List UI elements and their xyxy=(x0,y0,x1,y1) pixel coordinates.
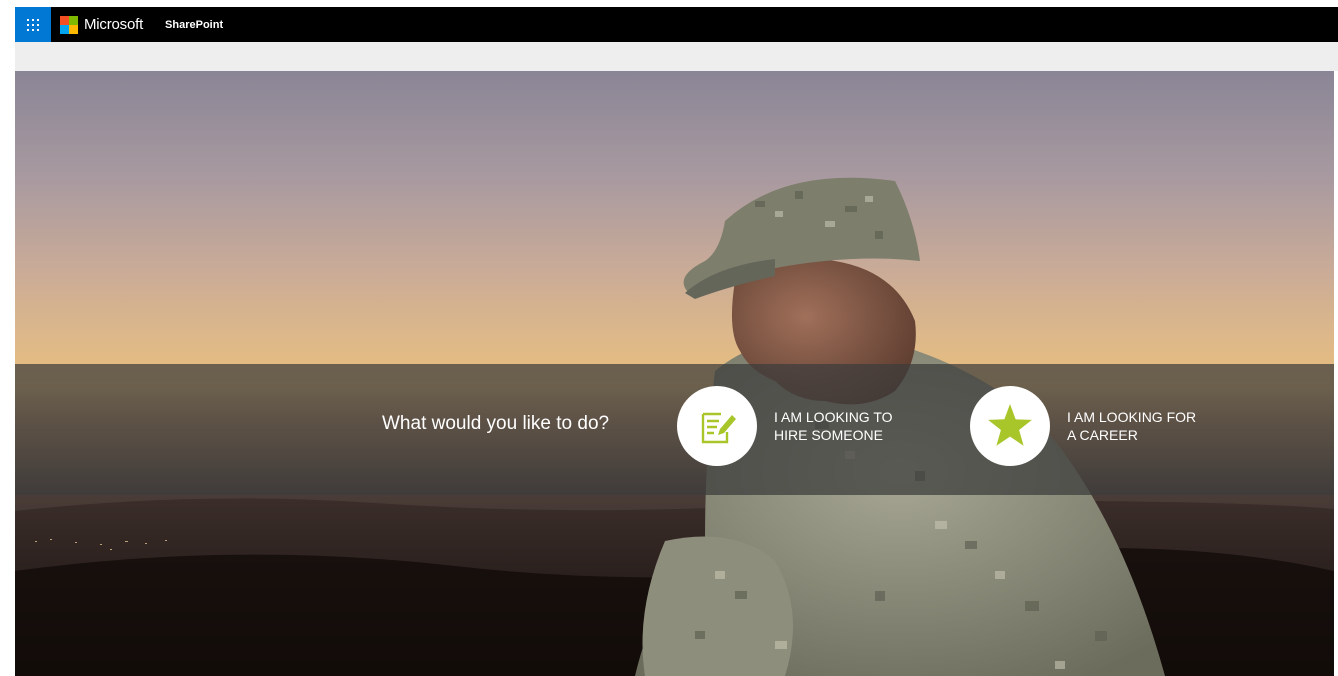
app-name-link[interactable]: SharePoint xyxy=(165,19,223,31)
hero-banner: What would you like to do? I AM LOOKING … xyxy=(15,71,1334,676)
career-label-line-2: A CAREER xyxy=(1067,427,1138,443)
hire-label-line-1: I AM LOOKING TO xyxy=(774,409,893,425)
suite-bar: Microsoft SharePoint xyxy=(15,7,1338,42)
brand-name: Microsoft xyxy=(84,16,144,33)
career-icon-circle xyxy=(970,386,1050,466)
action-prompt: What would you like to do? xyxy=(382,413,610,434)
star-icon xyxy=(988,404,1032,446)
app-launcher-button[interactable] xyxy=(15,7,51,42)
career-label-line-1: I AM LOOKING FOR xyxy=(1067,409,1197,425)
microsoft-brand-link[interactable]: Microsoft xyxy=(60,7,143,42)
app-launcher-icon xyxy=(27,18,39,31)
find-career-option[interactable]: I AM LOOKING FOR A CAREER xyxy=(970,386,1217,466)
hire-someone-option[interactable]: I AM LOOKING TO HIRE SOMEONE xyxy=(677,386,924,466)
hire-label-line-2: HIRE SOMEONE xyxy=(774,427,883,443)
page: Microsoft SharePoint What would you like… xyxy=(0,0,1338,676)
microsoft-logo-icon xyxy=(60,15,78,34)
hire-icon-circle xyxy=(677,386,757,466)
hire-someone-label: I AM LOOKING TO HIRE SOMEONE xyxy=(774,408,924,444)
edit-document-icon xyxy=(701,412,736,444)
sub-navigation-bar xyxy=(15,42,1338,71)
find-career-label: I AM LOOKING FOR A CAREER xyxy=(1067,408,1217,444)
